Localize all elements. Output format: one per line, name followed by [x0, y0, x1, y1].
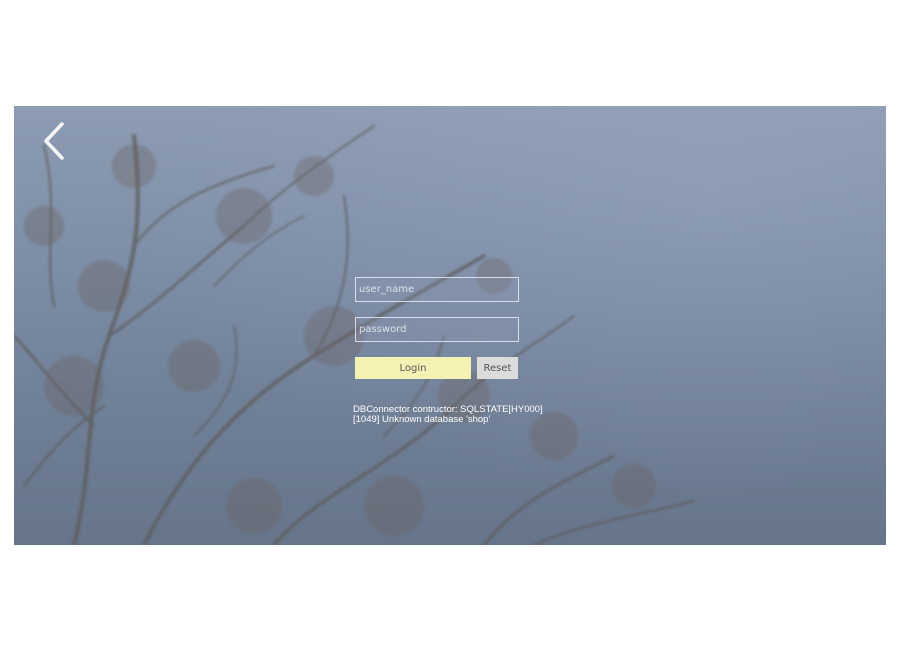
login-button[interactable]: Login [355, 357, 471, 379]
chevron-left-icon [44, 122, 64, 160]
reset-button[interactable]: Reset [477, 357, 518, 379]
password-input[interactable] [355, 317, 519, 342]
back-button[interactable] [40, 120, 72, 162]
username-input[interactable] [355, 277, 519, 302]
error-message: DBConnector contructor: SQLSTATE[HY000] … [353, 405, 553, 425]
login-form: Login Reset [354, 277, 554, 379]
form-buttons: Login Reset [355, 357, 554, 379]
error-line-2: [1049] Unknown database 'shop' [353, 414, 491, 425]
